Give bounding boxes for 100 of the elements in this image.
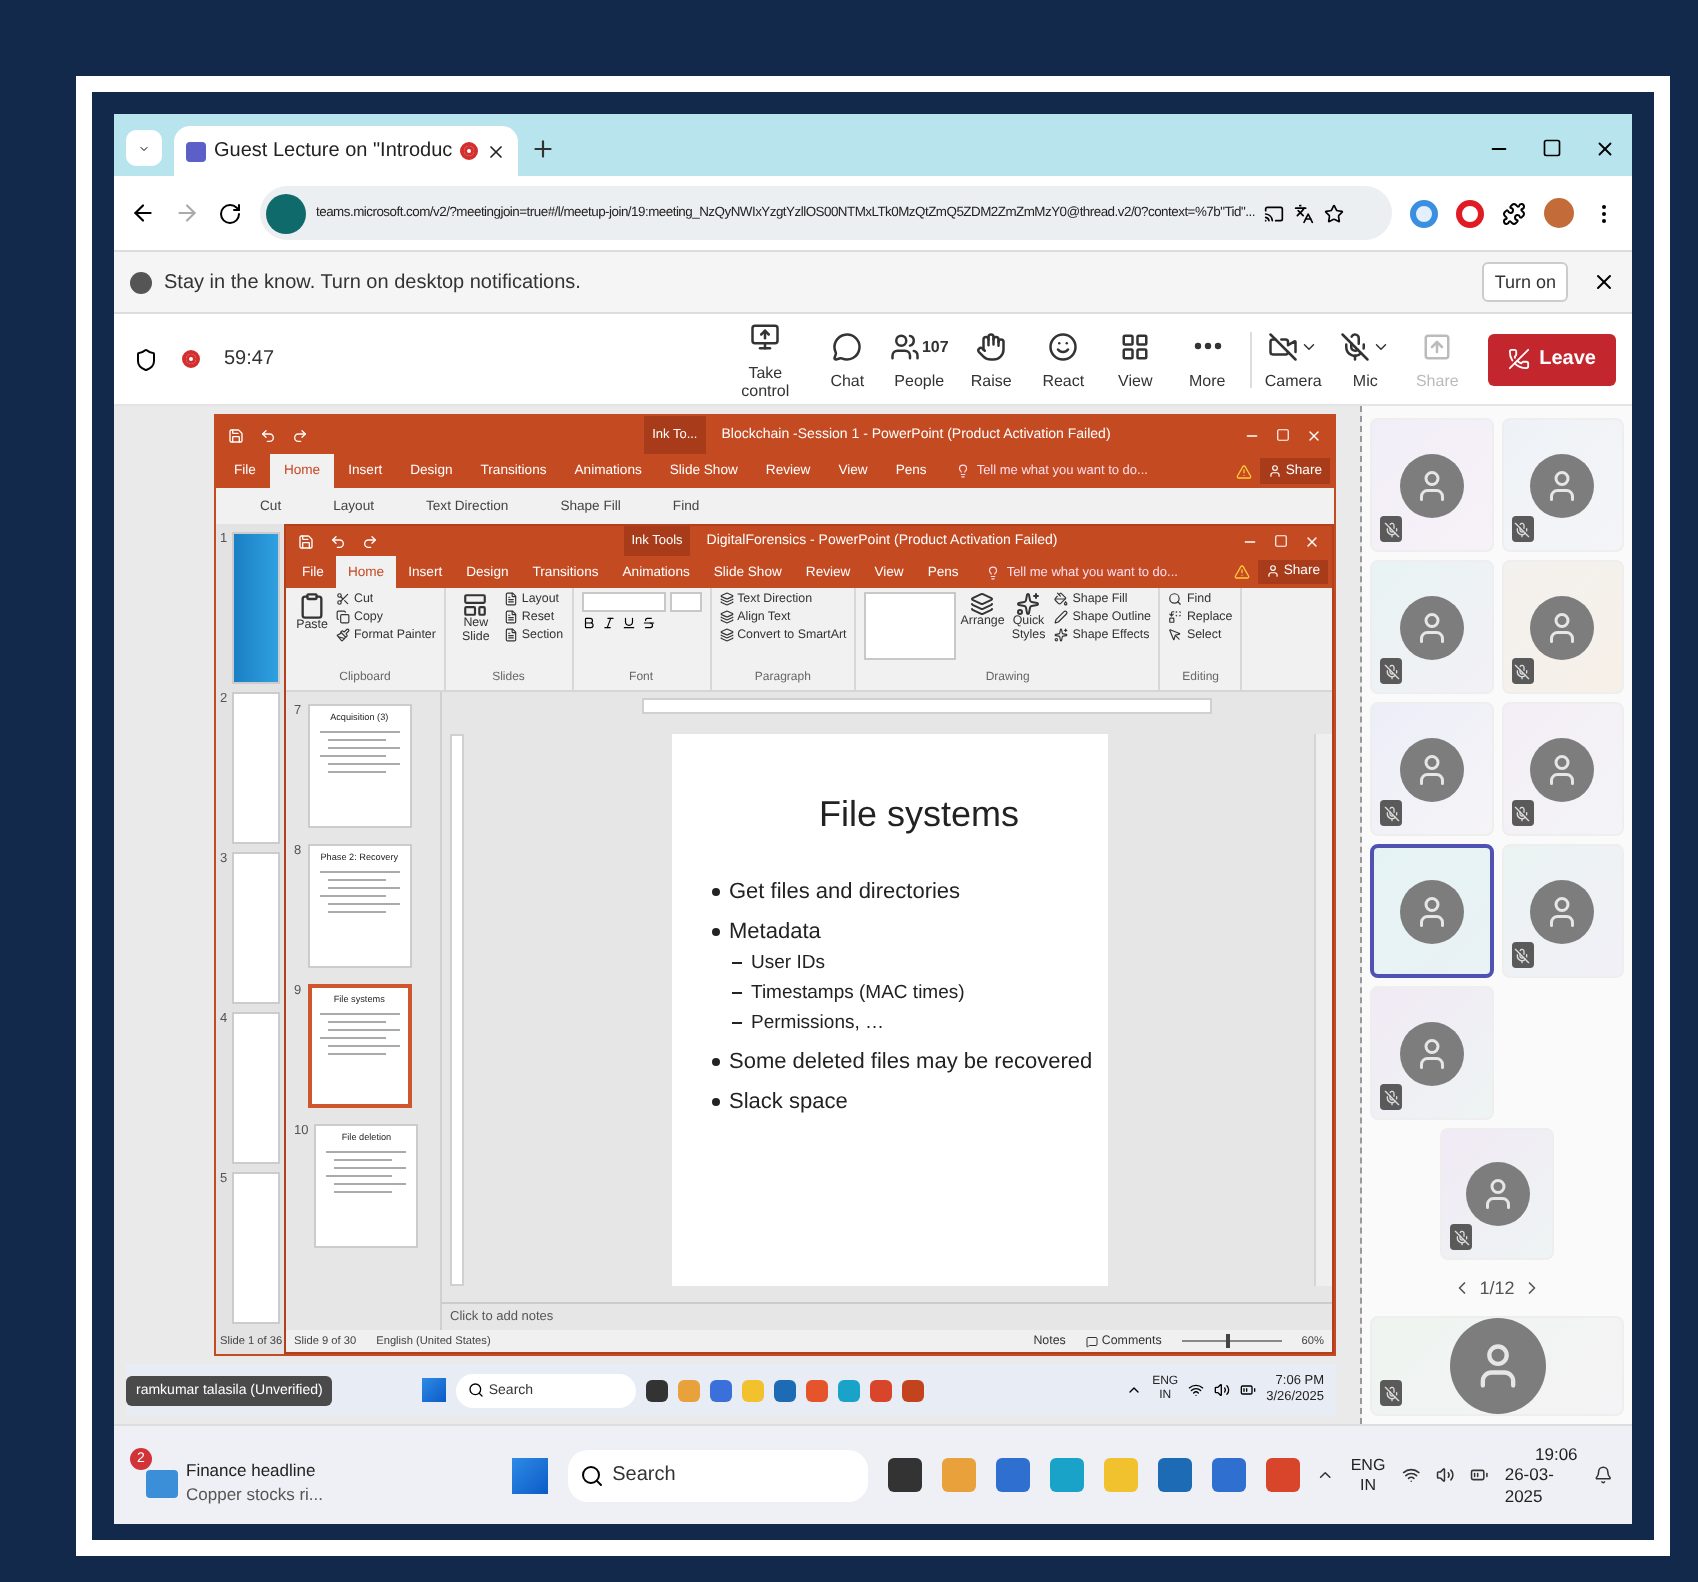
new-tab-button[interactable] — [530, 136, 557, 162]
bell-icon[interactable] — [1593, 1464, 1612, 1486]
avatar-icon — [1399, 1021, 1464, 1085]
grid-icon — [1120, 331, 1151, 361]
page-indicator: 1/12 — [1479, 1278, 1515, 1299]
more-icon — [1193, 342, 1222, 350]
maximize-icon[interactable] — [1542, 138, 1562, 158]
star-icon[interactable] — [1324, 203, 1345, 223]
participant-tile[interactable] — [1370, 844, 1493, 978]
person-icon — [1265, 564, 1280, 579]
app-icon[interactable] — [888, 1458, 923, 1492]
avatar-icon — [1399, 595, 1464, 659]
puzzle-icon[interactable] — [1502, 201, 1526, 225]
italic-icon[interactable] — [601, 616, 616, 630]
widget-icon[interactable] — [146, 1469, 178, 1497]
avatar-icon — [1530, 737, 1595, 801]
text-lines-drawing — [317, 868, 402, 916]
meeting-control[interactable]: More — [1177, 328, 1238, 390]
undo-icon[interactable] — [260, 427, 276, 443]
slide-thumbnail[interactable] — [231, 1172, 280, 1324]
save-icon[interactable] — [228, 427, 244, 443]
strikethrough-icon[interactable] — [641, 616, 656, 630]
bullet-text: Get files and directories — [711, 880, 1087, 904]
app-icon[interactable] — [1158, 1458, 1193, 1492]
app-icon[interactable] — [646, 1379, 669, 1401]
search-icon — [1168, 592, 1183, 606]
text-tool-icon — [719, 628, 734, 642]
slide-thumbnail[interactable] — [231, 692, 280, 844]
scrollbar[interactable] — [1314, 734, 1332, 1286]
meeting-control[interactable]: View — [1105, 328, 1166, 390]
redo-icon[interactable] — [292, 427, 308, 443]
browser-tab[interactable]: Guest Lecture on "Introduc — [174, 126, 519, 176]
battery-icon — [1240, 1382, 1257, 1398]
slide-thumbnail[interactable] — [231, 852, 280, 1004]
underline-icon[interactable] — [621, 616, 636, 630]
clock: 19:06 26-03-2025 — [1504, 1444, 1578, 1506]
smiley-icon — [1048, 331, 1079, 361]
mic-off-icon — [1511, 516, 1533, 542]
translate-icon[interactable] — [1294, 203, 1315, 223]
avatar-icon — [1530, 879, 1595, 943]
redo-icon[interactable] — [362, 533, 378, 549]
mic-off-icon — [1380, 658, 1402, 684]
meeting-control[interactable]: Mic — [1335, 328, 1396, 390]
windows-logo-icon[interactable] — [422, 1378, 447, 1402]
document-icon — [503, 592, 518, 606]
mic-off-icon — [1380, 1084, 1402, 1110]
wifi-icon — [1188, 1382, 1205, 1398]
profile-avatar[interactable] — [1544, 198, 1574, 228]
text-tool-icon — [719, 592, 734, 606]
bullet-text: Timestamps (MAC times) — [731, 982, 1087, 1004]
close-icon[interactable] — [1594, 138, 1616, 160]
leave-button[interactable]: Leave — [1487, 333, 1616, 385]
camera-off-icon — [1268, 331, 1299, 361]
text-lines-drawing — [317, 1010, 402, 1058]
warning-icon — [1235, 463, 1252, 479]
phone-icon — [1507, 348, 1530, 370]
avatar-icon — [1399, 453, 1464, 517]
pen-icon — [1054, 610, 1069, 624]
cast-icon[interactable] — [1264, 203, 1285, 223]
close-icon[interactable] — [486, 141, 507, 161]
meeting-control[interactable]: 107 People — [889, 328, 950, 390]
meeting-control[interactable]: Camera — [1263, 328, 1324, 390]
meeting-control[interactable]: Chat — [817, 328, 878, 390]
text-lines-drawing — [324, 1148, 409, 1196]
bold-icon[interactable] — [581, 616, 596, 630]
slide-thumbnail[interactable] — [231, 532, 280, 684]
chat-icon — [832, 331, 863, 361]
save-icon[interactable] — [298, 533, 314, 549]
warning-icon — [1233, 564, 1250, 580]
undo-icon[interactable] — [330, 533, 346, 549]
tab-title: Guest Lecture on "Introduc — [214, 140, 453, 162]
volume-icon — [1214, 1382, 1231, 1398]
clipboard-icon — [298, 592, 326, 620]
avatar-icon — [1530, 595, 1595, 659]
meeting-control[interactable]: Raise — [961, 328, 1022, 390]
avatar-icon — [1399, 879, 1464, 943]
lightbulb-icon — [986, 565, 1001, 579]
meeting-control[interactable]: Take control — [725, 319, 806, 399]
bullet-text: User IDs — [731, 952, 1087, 974]
search-field[interactable]: Search — [568, 1449, 869, 1501]
bullet-text: Permissions, … — [731, 1012, 1087, 1034]
back-icon[interactable] — [130, 200, 156, 226]
avatar-icon — [1465, 1162, 1529, 1227]
close-icon[interactable] — [1592, 270, 1616, 294]
mic-off-icon — [1380, 1380, 1402, 1406]
reload-icon[interactable] — [218, 201, 242, 225]
document-icon — [503, 610, 518, 624]
font-size-field[interactable] — [669, 592, 702, 612]
avatar-icon — [1449, 1318, 1545, 1414]
windows-logo-icon[interactable] — [512, 1457, 549, 1493]
font-name-field[interactable] — [581, 592, 666, 612]
slide-thumbnail[interactable] — [231, 1012, 280, 1164]
extension-icon[interactable] — [1410, 199, 1438, 227]
bullet-text: Metadata — [711, 920, 1087, 944]
extension-icon[interactable] — [1456, 199, 1484, 227]
chevron-up-icon[interactable] — [1126, 1382, 1143, 1398]
copy-icon — [336, 610, 350, 624]
meeting-control[interactable]: React — [1033, 328, 1094, 390]
person-icon — [1267, 464, 1282, 478]
turn-on-button[interactable]: Turn on — [1482, 262, 1568, 302]
